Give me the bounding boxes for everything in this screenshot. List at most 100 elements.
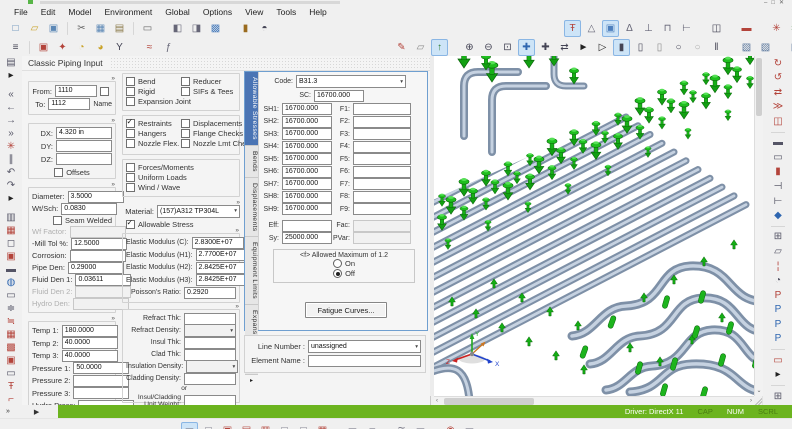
more-tools-icon[interactable]: ▸ [3, 70, 19, 81]
support-data-icon[interactable]: ▣ [3, 251, 19, 262]
valve-tool-icon[interactable]: ◧ [169, 20, 186, 37]
print-icon[interactable]: ▭ [139, 20, 156, 37]
elastic-modulus-h3-field[interactable]: 2.8425E+07 [196, 274, 248, 286]
cyl-solid-icon[interactable]: ▮ [613, 39, 630, 56]
flange-tool-icon[interactable]: ◨ [188, 20, 205, 37]
displacements-checkbox[interactable] [181, 119, 190, 128]
elastic-modulus-c-field[interactable]: 2.8300E+07 [192, 237, 244, 249]
frame-red-icon[interactable]: ▦ [3, 329, 19, 340]
p-red-icon[interactable]: P [770, 289, 786, 302]
hangers-checkbox[interactable] [126, 129, 135, 138]
pointer-flag-icon[interactable]: ▸ [770, 368, 786, 381]
flow-icon[interactable]: ≫ [770, 101, 786, 114]
orbit-icon[interactable]: ✚ [518, 39, 535, 56]
pressure1-field[interactable]: 50.0000 [73, 362, 129, 374]
refract-thk-field[interactable] [184, 313, 236, 325]
forces-moments-checkbox[interactable] [126, 163, 135, 172]
viewport-3d[interactable]: Z X Y [430, 56, 758, 396]
sep[interactable] [67, 22, 68, 35]
tee-red-icon[interactable]: Ŧ [3, 381, 19, 392]
pulse-icon[interactable]: ≈ [141, 39, 158, 56]
temp2-field[interactable]: 40.0000 [62, 337, 118, 349]
last-element-icon[interactable]: » [3, 128, 19, 139]
allowed-max-off-radio[interactable] [333, 269, 342, 278]
balance-icon[interactable]: ≑ [3, 303, 19, 314]
temp3-field[interactable]: 40.0000 [62, 350, 118, 362]
elastic-modulus-h2-field[interactable]: 2.8425E+07 [196, 262, 248, 274]
first-element-icon[interactable]: « [3, 89, 19, 100]
dz-field[interactable] [56, 153, 112, 165]
corrosion-field[interactable] [70, 250, 126, 262]
save-file-icon[interactable]: ▣ [45, 20, 62, 37]
flyout-icon[interactable]: ▸ [3, 193, 19, 204]
pvar-field[interactable] [353, 232, 411, 244]
anchor-icon[interactable]: ⊥ [640, 20, 657, 37]
f-field[interactable] [353, 203, 411, 215]
new-file-icon[interactable]: □ [7, 20, 24, 37]
sh-field[interactable]: 16700.000 [282, 103, 332, 115]
globe-icon[interactable]: ◍ [3, 277, 19, 288]
rotate-model-icon[interactable]: ◻ [3, 238, 19, 249]
menu-options[interactable]: Options [203, 7, 232, 17]
allowed-max-on-radio[interactable] [333, 259, 342, 268]
sep[interactable] [771, 385, 785, 386]
more-tabs-icon[interactable]: ▸ [245, 377, 258, 384]
copy-icon[interactable]: ▦ [92, 20, 109, 37]
sh-field[interactable]: 16700.000 [282, 191, 332, 203]
pour-b-icon[interactable]: ◕ [92, 39, 109, 56]
fatigue-curves-button[interactable]: Fatigue Curves... [305, 302, 387, 318]
next-element-icon[interactable]: → [3, 115, 19, 126]
redo-icon[interactable]: ↷ [3, 180, 19, 191]
restraints-checkbox[interactable] [126, 119, 135, 128]
sh-field[interactable]: 16700.000 [282, 178, 332, 190]
cut-icon[interactable]: ✂ [73, 20, 90, 37]
zoom-out-icon[interactable]: ⊖ [480, 39, 497, 56]
from-field[interactable]: 1110 [55, 85, 97, 97]
folder-icon[interactable]: ▭ [3, 290, 19, 301]
f-field[interactable] [353, 153, 411, 165]
menu-help[interactable]: Help [309, 7, 326, 17]
cii-archive-icon[interactable]: ▮ [237, 20, 254, 37]
display-options-icon[interactable]: ▣ [602, 20, 619, 37]
view-cube-back-icon[interactable]: ▧ [757, 39, 774, 56]
pour-a-icon[interactable]: ◔ [73, 39, 90, 56]
render-mode-icon[interactable]: ◓ [256, 20, 273, 37]
thermometer-icon[interactable]: ¦ [770, 260, 786, 273]
select-box-icon[interactable]: ▷ [594, 39, 611, 56]
translate-icon[interactable]: ⇄ [556, 39, 573, 56]
zoom-in-icon[interactable]: ⊕ [461, 39, 478, 56]
menu-view[interactable]: View [245, 7, 263, 17]
menu-edit[interactable]: Edit [41, 7, 56, 17]
tab-allowable-stresses[interactable]: Allowable Stresses [245, 72, 258, 146]
f-field[interactable] [353, 103, 411, 115]
seam-welded-checkbox[interactable] [53, 216, 62, 225]
sy-field[interactable]: 25000.000 [282, 232, 332, 244]
restraint-insert-icon[interactable]: Ŧ [564, 20, 581, 37]
f-field[interactable] [353, 116, 411, 128]
pressure2-field[interactable] [73, 375, 129, 387]
f-field[interactable] [353, 191, 411, 203]
scrollbar-thumb[interactable] [756, 58, 762, 116]
run-analysis-icon[interactable]: ✦ [54, 39, 71, 56]
f-field[interactable] [353, 128, 411, 140]
image-tool-icon[interactable]: ▩ [207, 20, 224, 37]
branch-icon[interactable]: Y [111, 39, 128, 56]
list-icon[interactable]: ≡ [7, 39, 24, 56]
sep[interactable] [29, 41, 30, 54]
sh-field[interactable]: 16700.000 [282, 116, 332, 128]
sep[interactable] [771, 349, 785, 350]
code-select[interactable]: B31.3▾ [296, 75, 406, 88]
sh-field[interactable]: 16700.000 [282, 141, 332, 153]
sh-field[interactable]: 16700.000 [282, 153, 332, 165]
wind-wave-checkbox[interactable] [126, 183, 135, 192]
refract-density-select[interactable]: ▾ [184, 324, 236, 337]
bottles-icon[interactable]: ∥ [3, 154, 19, 165]
workstation-icon[interactable]: ▭ [770, 151, 786, 164]
temp1-field[interactable]: 180.0000 [62, 325, 118, 337]
poissons-ratio-field[interactable]: 0.2920 [184, 287, 236, 299]
scroll-down-icon[interactable]: ⌄ [755, 387, 763, 396]
view-cube-front-icon[interactable]: ▧ [738, 39, 755, 56]
paste-icon[interactable]: ▤ [111, 20, 128, 37]
expander-icon[interactable]: » [111, 117, 114, 124]
menu-environment[interactable]: Environment [105, 7, 153, 17]
